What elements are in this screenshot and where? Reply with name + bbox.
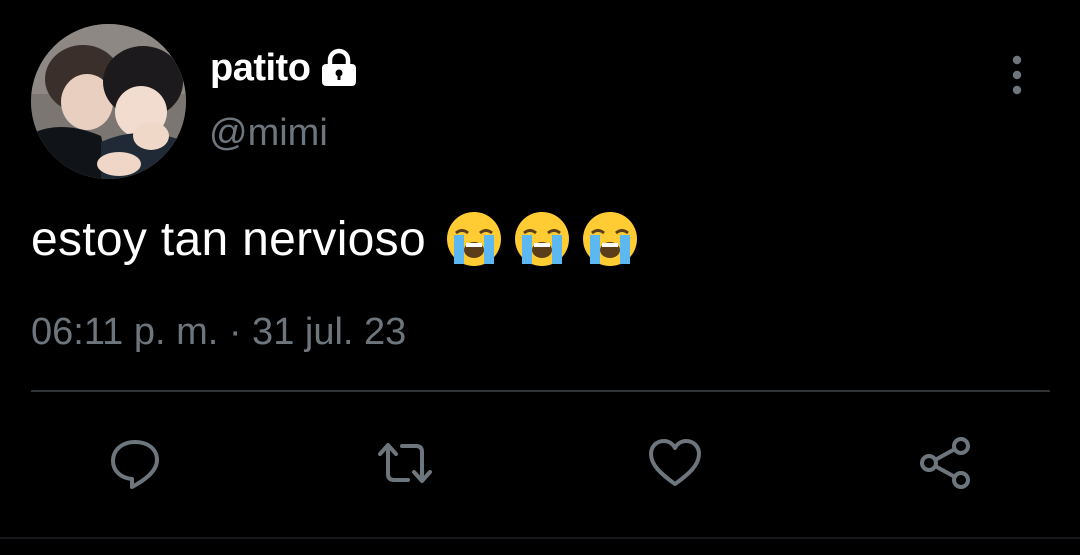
tweet-text: estoy tan nervioso <box>31 207 640 271</box>
share-icon <box>920 437 970 489</box>
like-button[interactable] <box>644 432 706 494</box>
loudly-crying-face-icon <box>514 212 569 266</box>
loudly-crying-face-icon <box>446 212 501 266</box>
retweet-button[interactable] <box>374 432 436 494</box>
more-vertical-icon[interactable] <box>1000 52 1034 98</box>
tweet-detail: patito @mimi estoy tan nervioso 06:11 p.… <box>0 0 1080 555</box>
share-button[interactable] <box>914 432 976 494</box>
tweet-body: estoy tan nervioso <box>31 212 426 266</box>
user-handle[interactable]: @mimi <box>209 112 328 155</box>
avatar-photo <box>31 24 186 179</box>
heart-icon <box>649 439 701 486</box>
tweet-timestamp[interactable]: 06:11 p. m. · 31 jul. 23 <box>31 311 406 354</box>
loudly-crying-face-icon <box>582 212 637 266</box>
emoji-group <box>444 209 640 269</box>
divider <box>31 390 1050 392</box>
display-name[interactable]: patito <box>210 47 311 90</box>
avatar[interactable] <box>31 24 186 179</box>
lock-icon <box>318 48 360 88</box>
retweet-icon <box>378 443 432 483</box>
reply-button[interactable] <box>104 432 166 494</box>
display-name-row: patito <box>210 44 360 92</box>
bottom-divider <box>0 537 1080 539</box>
reply-icon <box>111 440 159 489</box>
